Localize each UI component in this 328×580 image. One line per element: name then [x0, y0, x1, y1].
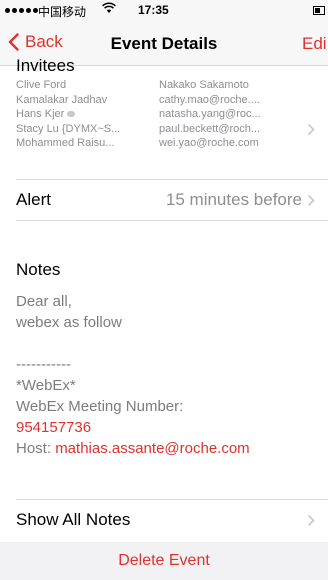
delete-section: Delete Event	[0, 542, 328, 580]
invitee-name-with-status: Hans Kjer	[16, 107, 156, 122]
notes-line: WebEx Meeting Number:	[16, 398, 184, 415]
invitee-name: Hans Kjer	[16, 108, 65, 120]
invitee-name: Mohammed Raisu...	[16, 137, 115, 149]
notes-title: Notes	[16, 260, 61, 279]
meeting-number-link[interactable]: 954157736	[16, 417, 316, 438]
invitee-email: wei.yao@roche.com	[159, 137, 259, 149]
invitee-email: natasha.yang@roc...	[159, 108, 261, 120]
invitee-column-left: Clive Ford Kamalakar Jadhav Hans Kjer St…	[16, 78, 156, 151]
invitee-email: paul.beckett@roch...	[159, 122, 261, 135]
chevron-right-icon	[307, 194, 315, 207]
event-details-screen: 中国移动 17:35 Back Event Details Edi Invite…	[0, 0, 328, 580]
divider	[16, 220, 328, 221]
invitee-name: Clive Ford	[16, 79, 67, 91]
notes-host-line: Host: mathias.assante@roche.com	[16, 438, 316, 459]
chevron-right-icon	[307, 123, 315, 136]
page-title: Event Details	[110, 34, 218, 53]
battery-icon	[313, 6, 325, 15]
notes-line: *WebEx*	[16, 377, 76, 394]
status-time: 17:35	[138, 3, 169, 17]
alert-value: 15 minutes before	[165, 190, 302, 209]
show-all-notes-row[interactable]: Show All Notes	[0, 500, 328, 540]
invitees-title: Invitees	[16, 56, 75, 75]
invitee-name: Nakako Sakamoto	[159, 79, 249, 91]
invitee-email: cathy.mao@roche....	[159, 93, 260, 106]
event-detail-content: Invitees Clive Ford Kamalakar Jadhav Han…	[0, 56, 328, 580]
host-label: Host:	[16, 440, 56, 457]
host-email-link[interactable]: mathias.assante@roche.com	[55, 440, 249, 457]
status-dot-icon	[67, 111, 76, 118]
show-all-notes-label: Show All Notes	[16, 510, 131, 529]
invitee-name: Stacy Lu {DYMX~S...	[16, 122, 121, 135]
notes-line: webex as follow	[16, 314, 122, 331]
notes-body: Dear all, webex as follow ----------- *W…	[16, 291, 316, 459]
alert-row[interactable]: Alert 15 minutes before	[0, 180, 328, 220]
signal-strength-icon	[5, 8, 38, 13]
notes-line: Dear all,	[16, 293, 72, 310]
alert-label: Alert	[16, 190, 51, 209]
invitee-name: Kamalakar Jadhav	[16, 93, 108, 106]
edit-button[interactable]: Edi	[302, 34, 327, 54]
invitee-column-right: Nakako Sakamoto cathy.mao@roche.... nata…	[159, 78, 294, 151]
delete-event-button[interactable]: Delete Event	[0, 552, 328, 570]
notes-separator: -----------	[16, 356, 71, 373]
wifi-icon	[102, 2, 116, 17]
chevron-right-icon	[307, 514, 315, 527]
status-bar: 中国移动 17:35	[0, 0, 328, 22]
carrier-name: 中国移动	[38, 5, 87, 19]
